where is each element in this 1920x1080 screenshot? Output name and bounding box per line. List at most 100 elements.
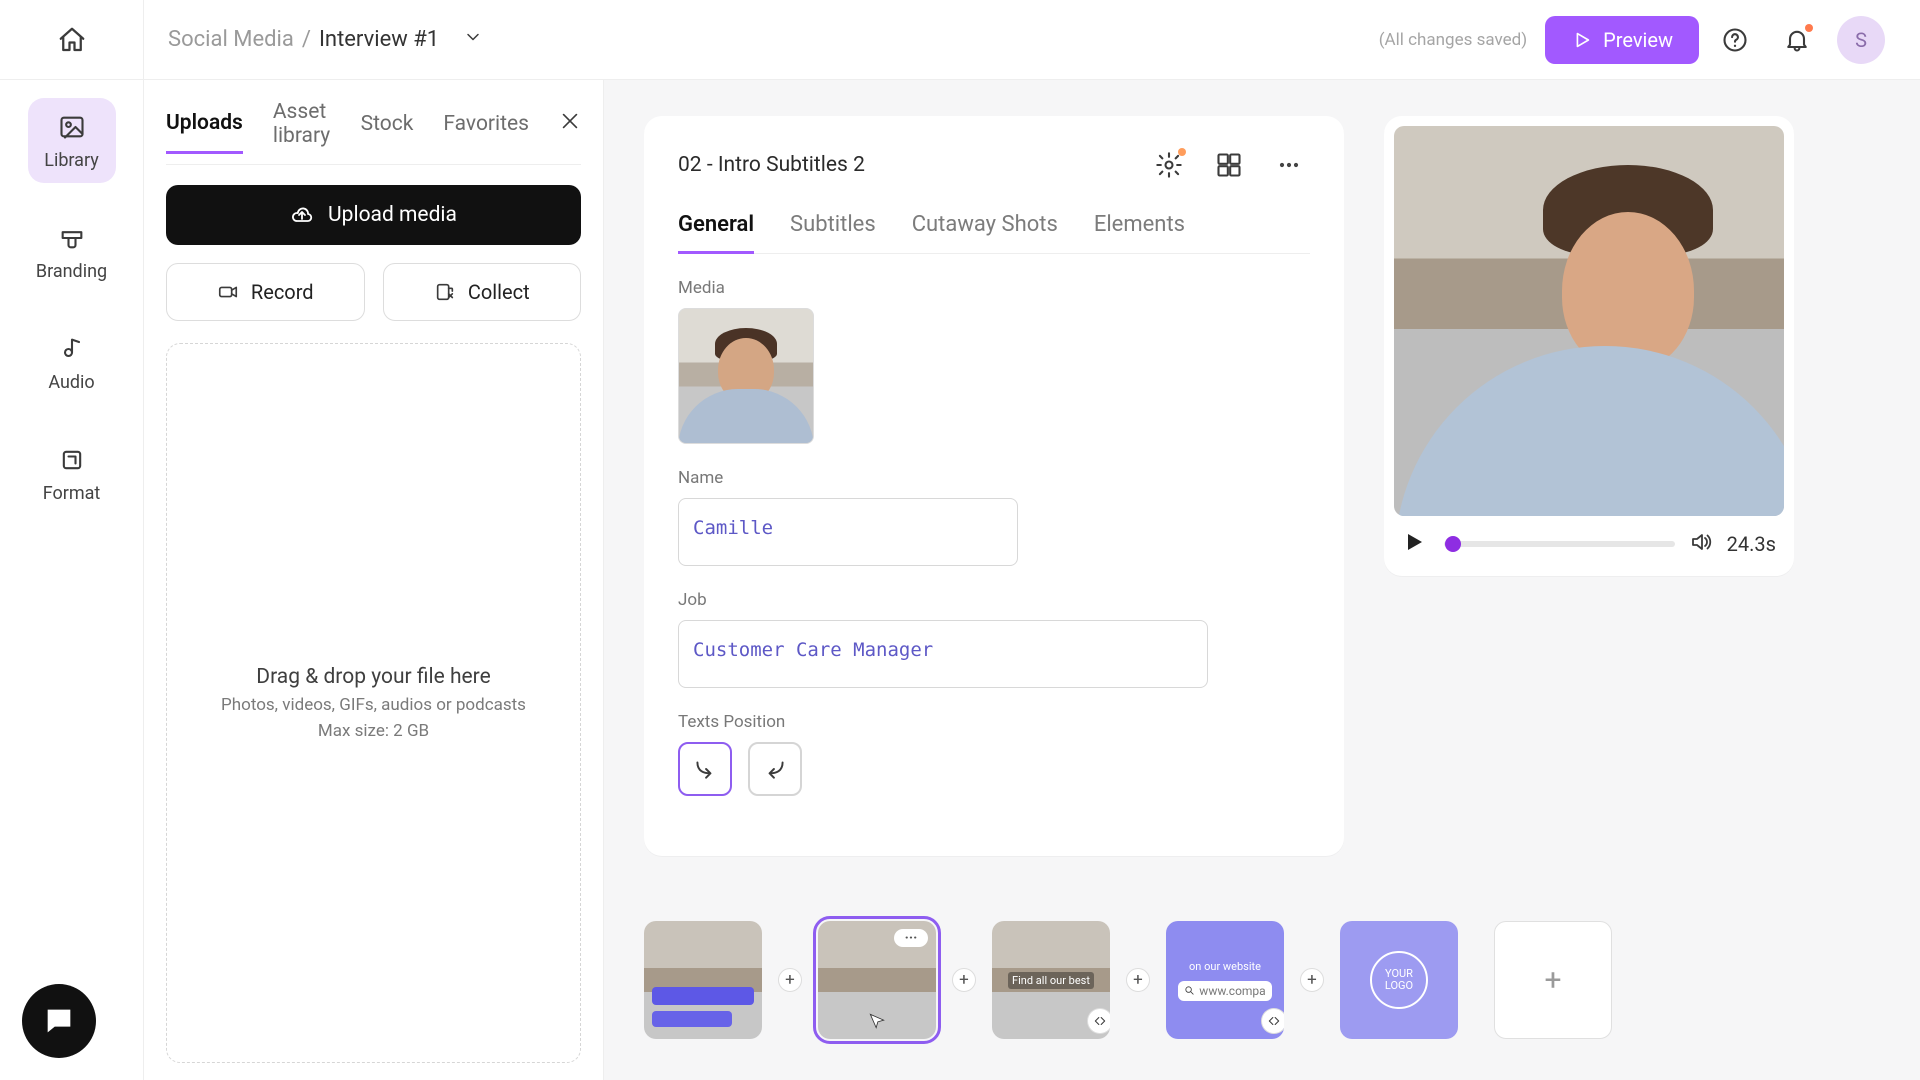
clip-more-icon[interactable]: ··· [894,929,928,947]
volume-button[interactable] [1689,530,1713,558]
help-button[interactable] [1709,14,1761,66]
transition-icon[interactable] [1262,1009,1284,1033]
chat-button[interactable] [22,984,96,1058]
clip-layout-button[interactable] [1208,144,1250,186]
chat-icon [42,1004,76,1038]
layout-icon [1215,151,1243,179]
name-input[interactable] [678,498,1018,566]
left-rail: Library Branding Audio Format [0,80,144,1080]
close-icon [559,110,581,132]
notification-dot-icon [1805,24,1813,32]
media-label: Media [678,278,1310,298]
clip-editor-card: 02 - Intro Subtitles 2 General Subtitles… [644,116,1344,856]
library-panel: Uploads Asset library Stock Favorites Up… [144,80,604,1080]
more-horizontal-icon [1275,151,1303,179]
record-button[interactable]: Record [166,263,365,321]
tab-subtitles[interactable]: Subtitles [790,212,876,253]
timeline-clip-4[interactable]: on our website www.compa [1166,921,1284,1039]
crop-icon [57,445,87,475]
rail-format[interactable]: Format [28,431,116,516]
chevron-down-icon[interactable] [463,27,483,53]
texts-position-right[interactable] [678,742,732,796]
upload-media-button[interactable]: Upload media [166,185,581,245]
rail-audio[interactable]: Audio [28,320,116,405]
tab-asset-library[interactable]: Asset library [273,100,331,164]
logo-placeholder: YOUR LOGO [1370,951,1428,1009]
home-button[interactable] [0,0,144,80]
dropzone-maxsize: Max size: 2 GB [318,721,429,741]
rail-branding[interactable]: Branding [28,209,116,294]
volume-icon [1689,530,1713,554]
rail-library[interactable]: Library [28,98,116,183]
play-icon [1571,29,1593,51]
rail-branding-label: Branding [36,261,107,282]
clip-3-caption: Find all our best [1008,972,1094,989]
user-avatar[interactable]: S [1837,16,1885,64]
texts-position-left[interactable] [748,742,802,796]
editor-tabs: General Subtitles Cutaway Shots Elements [678,212,1310,254]
upload-media-label: Upload media [328,203,457,227]
record-label: Record [251,280,314,304]
cloud-upload-icon [290,203,314,227]
app-header: Social Media / Interview #1 (All changes… [0,0,1920,80]
add-between-3[interactable]: + [1126,968,1150,992]
image-icon [57,112,87,142]
upload-dropzone[interactable]: Drag & drop your file here Photos, video… [166,343,581,1063]
library-tabs: Uploads Asset library Stock Favorites [166,100,581,165]
tab-general[interactable]: General [678,212,754,254]
camera-icon [217,281,239,303]
rail-format-label: Format [43,483,101,504]
music-note-icon [57,334,87,364]
collect-button[interactable]: Collect [383,263,582,321]
breadcrumb-sep: / [302,27,311,52]
brush-icon [57,223,87,253]
job-label: Job [678,590,1310,610]
clip-4-caption: on our website [1189,960,1261,973]
clip-duration: 24.3s [1727,532,1776,556]
rail-library-label: Library [44,150,99,171]
arrow-curve-right-icon [692,756,718,782]
autosave-status: (All changes saved) [1379,30,1527,50]
tab-uploads[interactable]: Uploads [166,111,243,154]
media-thumbnail[interactable] [678,308,814,444]
settings-dot-icon [1178,148,1186,156]
collect-icon [434,281,456,303]
close-panel-button[interactable] [559,109,581,155]
add-between-1[interactable]: + [778,968,802,992]
play-button[interactable] [1402,530,1430,558]
search-icon [1184,985,1195,996]
preview-label: Preview [1603,28,1673,52]
timeline-clip-5[interactable]: YOUR LOGO [1340,921,1458,1039]
tab-stock[interactable]: Stock [361,112,414,152]
dropzone-subtitle: Photos, videos, GIFs, audios or podcasts [221,695,526,715]
clip-title: 02 - Intro Subtitles 2 [678,153,865,177]
breadcrumb[interactable]: Social Media / Interview #1 [168,27,483,53]
timeline-clip-1[interactable] [644,921,762,1039]
player-controls: 24.3s [1394,516,1784,566]
preview-button[interactable]: Preview [1545,16,1699,64]
seek-bar[interactable] [1444,541,1675,547]
tab-cutaway-shots[interactable]: Cutaway Shots [912,212,1058,253]
arrow-curve-left-icon [762,756,788,782]
tab-elements[interactable]: Elements [1094,212,1185,253]
home-icon [57,25,87,55]
preview-card: 24.3s [1384,116,1794,576]
timeline-add-clip[interactable]: + [1494,921,1612,1039]
tab-favorites[interactable]: Favorites [443,112,529,152]
add-between-4[interactable]: + [1300,968,1324,992]
timeline: + ··· + Find all our best + on our websi… [644,910,1880,1050]
clip-settings-button[interactable] [1148,144,1190,186]
cursor-icon [867,1011,887,1031]
job-input[interactable] [678,620,1208,688]
preview-video[interactable] [1394,126,1784,516]
timeline-clip-3[interactable]: Find all our best [992,921,1110,1039]
transition-icon[interactable] [1088,1009,1110,1033]
texts-position-label: Texts Position [678,712,1310,732]
notifications-button[interactable] [1771,14,1823,66]
clip-more-button[interactable] [1268,144,1310,186]
play-icon [1402,530,1426,554]
timeline-clip-2[interactable]: ··· [818,921,936,1039]
help-icon [1721,26,1749,54]
add-between-2[interactable]: + [952,968,976,992]
seek-knob[interactable] [1445,536,1461,552]
